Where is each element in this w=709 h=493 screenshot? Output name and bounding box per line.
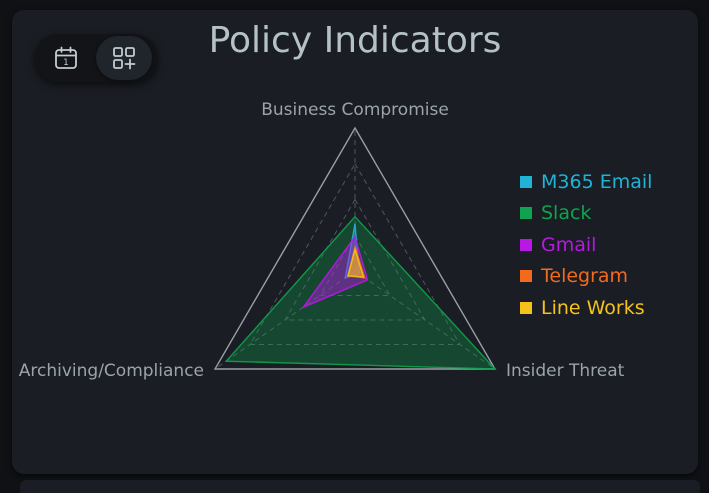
legend-swatch xyxy=(520,207,532,220)
legend-swatch xyxy=(520,238,532,251)
chart-legend: M365 Email Slack Gmail Telegram Line Wor… xyxy=(520,166,652,324)
legend-swatch xyxy=(520,301,532,314)
series-area-slack[interactable] xyxy=(224,215,497,370)
legend-label: Slack xyxy=(541,202,592,225)
legend-item-m365-email[interactable]: M365 Email xyxy=(520,166,652,198)
legend-item-gmail[interactable]: Gmail xyxy=(520,229,652,261)
axis-label-business-compromise: Business Compromise xyxy=(261,100,449,120)
legend-label: M365 Email xyxy=(541,170,653,193)
axis-label-archiving-compliance: Archiving/Compliance xyxy=(19,361,204,381)
legend-item-line-works[interactable]: Line Works xyxy=(520,292,652,324)
legend-item-telegram[interactable]: Telegram xyxy=(520,261,652,293)
legend-item-slack[interactable]: Slack xyxy=(520,198,652,230)
legend-swatch xyxy=(520,175,532,188)
radar-series xyxy=(224,215,497,370)
legend-label: Telegram xyxy=(541,265,629,288)
axis-label-insider-threat: Insider Threat xyxy=(506,361,625,381)
legend-label: Gmail xyxy=(541,233,597,256)
legend-label: Line Works xyxy=(541,296,645,319)
legend-swatch xyxy=(520,270,532,283)
